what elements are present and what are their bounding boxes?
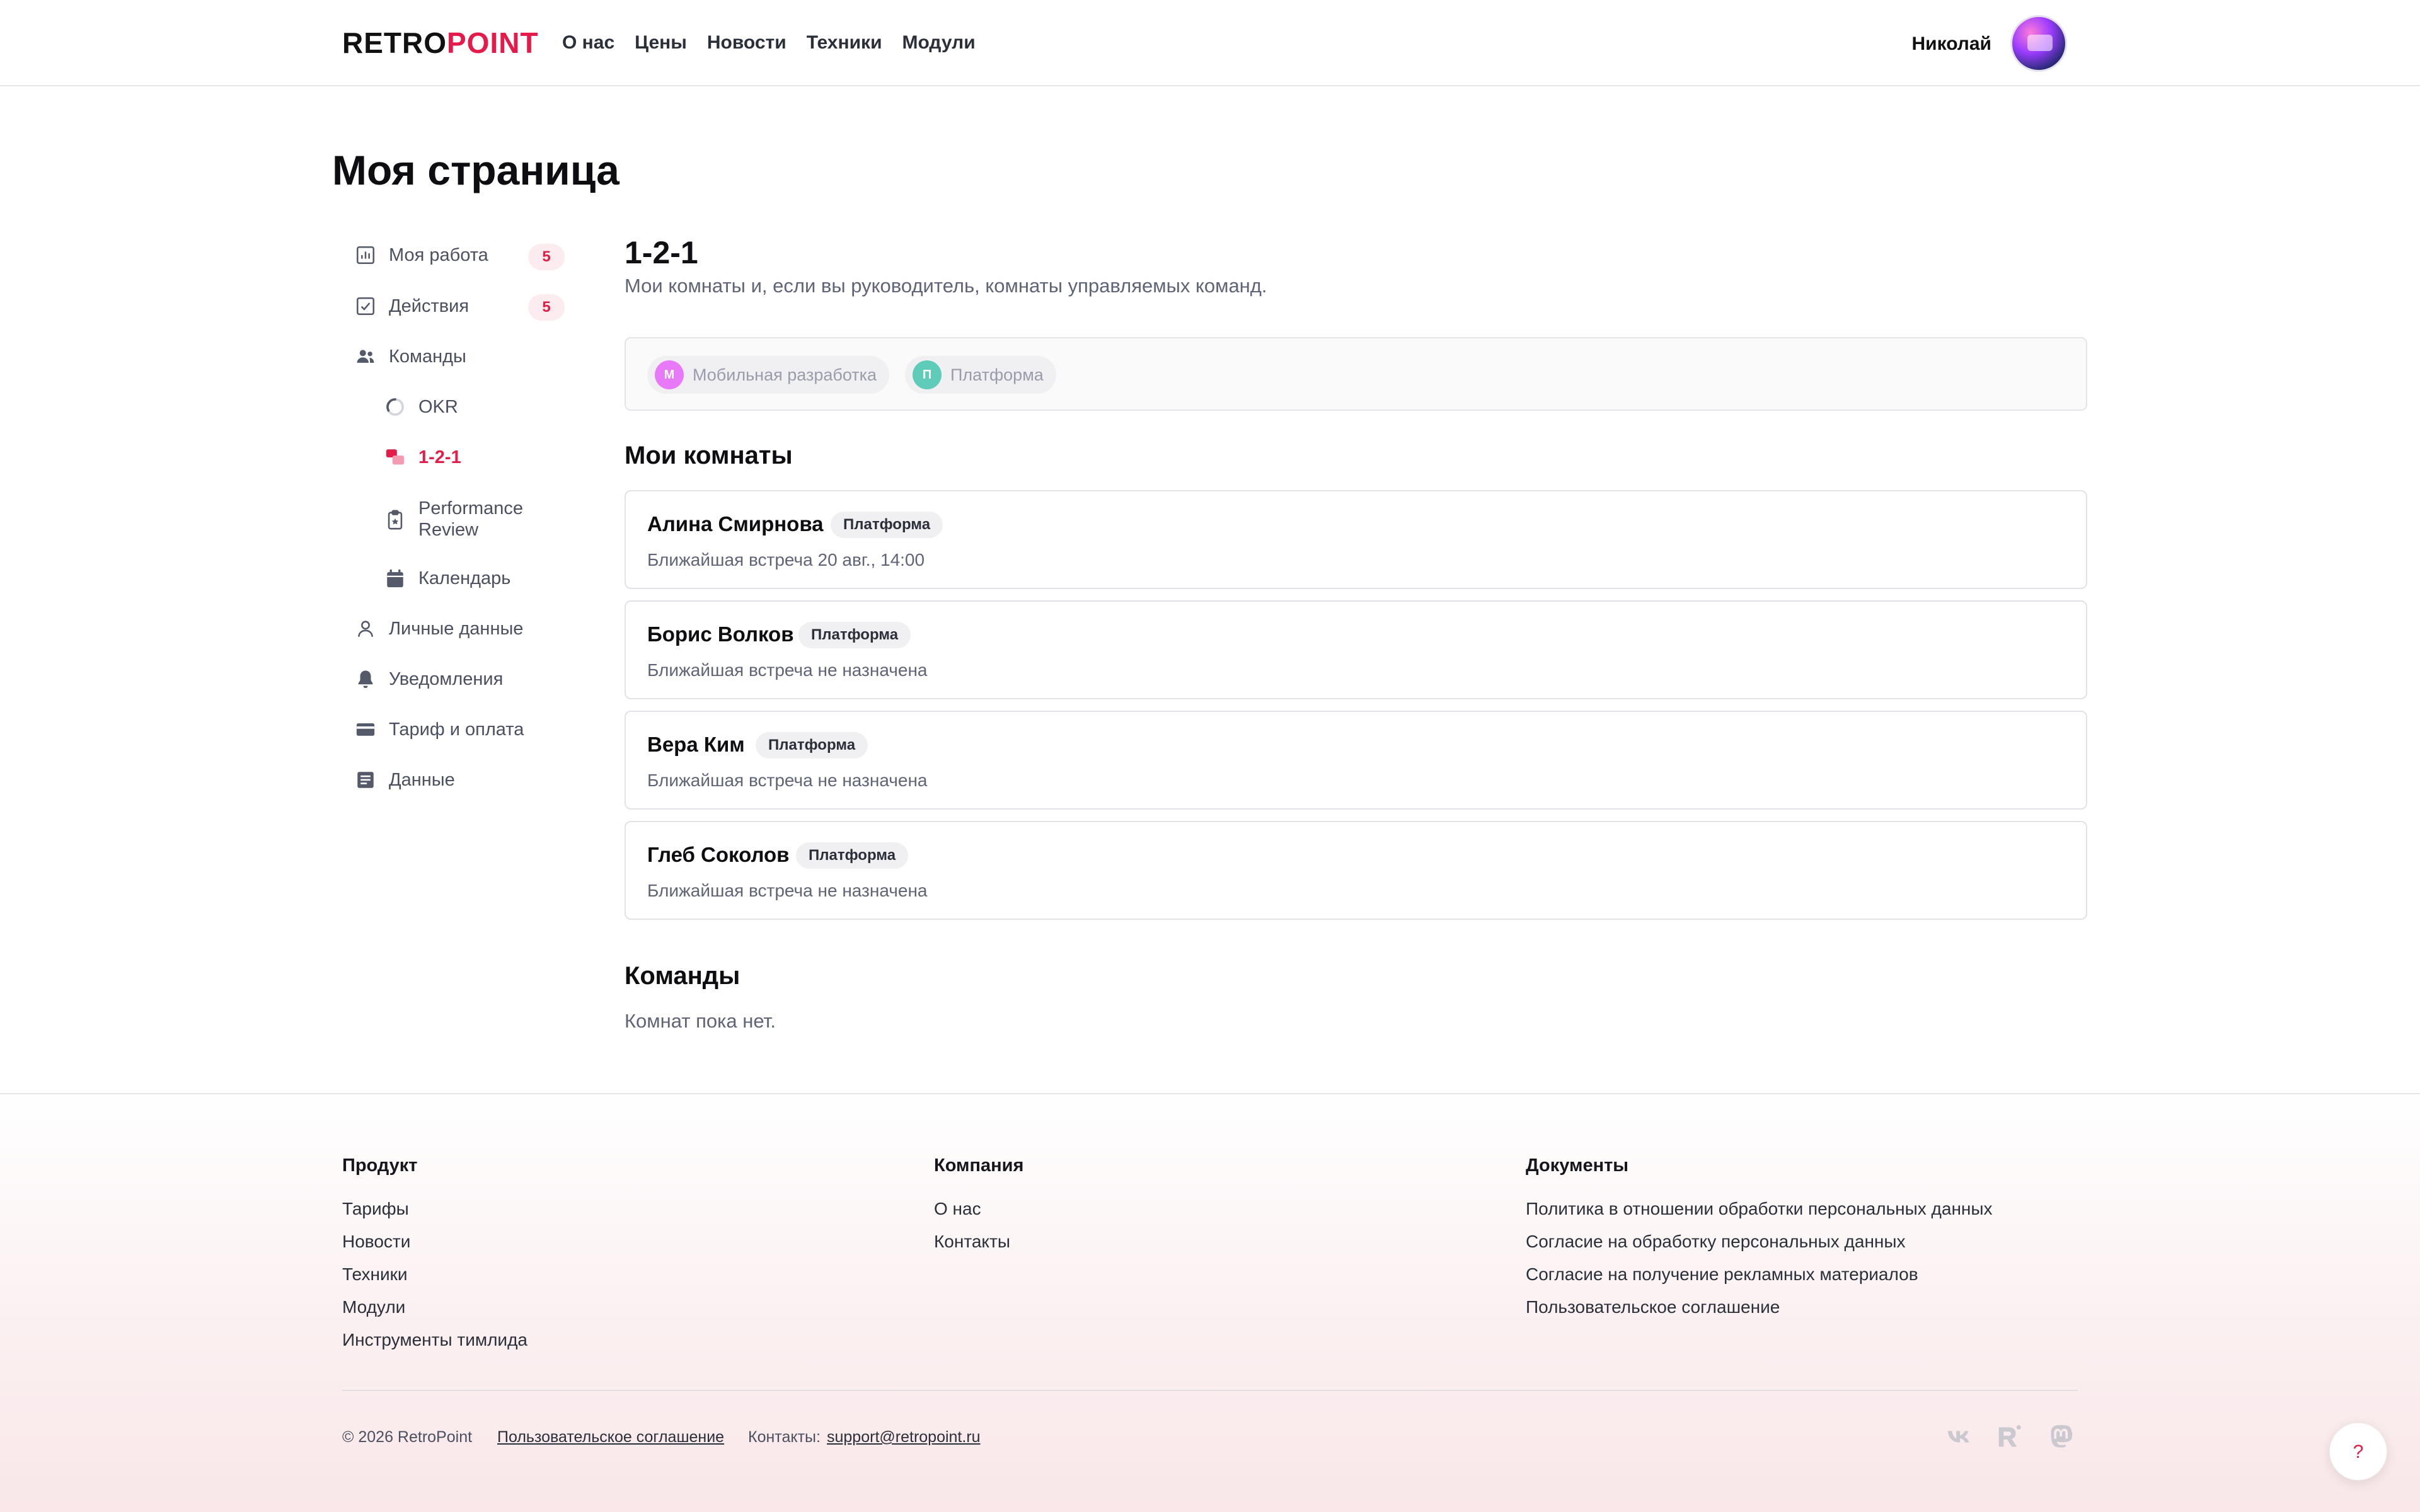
sidebar-item-my-work[interactable]: Моя работа xyxy=(355,244,488,266)
my-rooms-heading: Мои комнаты xyxy=(625,442,793,469)
main-nav: О нас Цены Новости Техники Модули xyxy=(562,30,976,55)
footer-link-news[interactable]: Новости xyxy=(342,1230,410,1254)
sidebar-item-teams[interactable]: Команды xyxy=(355,346,466,367)
vk-icon[interactable] xyxy=(1944,1421,1976,1453)
filter-chip-label: Мобильная разработка xyxy=(693,365,877,384)
logo-part-point: POINT xyxy=(447,26,539,59)
bar-chart-icon xyxy=(355,244,376,266)
my-work-count-badge: 5 xyxy=(528,244,565,270)
sidebar-item-personal-data[interactable]: Личные данные xyxy=(355,618,523,639)
nav-modules[interactable]: Модули xyxy=(902,30,976,55)
footer-link-user-agreement[interactable]: Пользовательское соглашение xyxy=(1526,1295,1780,1319)
help-button[interactable]: ? xyxy=(2329,1423,2387,1480)
room-card[interactable]: Алина Смирнова Платформа Ближайшая встре… xyxy=(625,490,2087,589)
sidebar-item-label: Календарь xyxy=(418,568,511,588)
actions-count-badge: 5 xyxy=(528,294,565,321)
footer-company-title: Компания xyxy=(934,1155,1024,1176)
room-card[interactable]: Вера Ким Платформа Ближайшая встреча не … xyxy=(625,711,2087,810)
r-brand-icon[interactable] xyxy=(1993,1421,2024,1453)
nav-techniques[interactable]: Техники xyxy=(807,30,882,55)
footer-link-privacy-policy[interactable]: Политика в отношении обработки персональ… xyxy=(1526,1197,1993,1221)
room-next-meeting: Ближайшая встреча не назначена xyxy=(647,660,928,680)
bell-icon xyxy=(355,668,376,690)
footer-support-email[interactable]: support@retropoint.ru xyxy=(827,1426,981,1448)
footer-product-title: Продукт xyxy=(342,1155,418,1176)
filter-chip-label: Платформа xyxy=(950,365,1044,384)
room-card[interactable]: Глеб Соколов Платформа Ближайшая встреча… xyxy=(625,821,2087,920)
room-team-tag: Платформа xyxy=(831,512,943,538)
sidebar-item-label: Моя работа xyxy=(389,244,488,265)
footer-link-ads-consent[interactable]: Согласие на получение рекламных материал… xyxy=(1526,1263,1918,1286)
team-filter-bar: М Мобильная разработка П Платформа xyxy=(625,337,2087,411)
sidebar-item-label: Действия xyxy=(389,295,470,316)
room-next-meeting: Ближайшая встреча 20 авг., 14:00 xyxy=(647,550,925,570)
nav-prices[interactable]: Цены xyxy=(635,30,687,55)
room-next-meeting: Ближайшая встреча не назначена xyxy=(647,770,928,790)
sidebar-item-label: Команды xyxy=(389,346,466,367)
sidebar-item-billing[interactable]: Тариф и оплата xyxy=(355,719,524,740)
footer-link-tariffs[interactable]: Тарифы xyxy=(342,1197,409,1221)
sidebar-item-label: Performance Review xyxy=(418,498,524,540)
team-initial-avatar: П xyxy=(913,360,942,389)
calendar-icon xyxy=(384,568,406,589)
sidebar-item-data[interactable]: Данные xyxy=(355,769,455,791)
sidebar-item-calendar[interactable]: Календарь xyxy=(384,568,510,589)
sidebar-item-label: Тариф и оплата xyxy=(389,719,524,740)
filter-chip-mobile-dev[interactable]: М Мобильная разработка xyxy=(647,356,890,394)
footer-divider xyxy=(342,1390,2078,1391)
page-title: Моя страница xyxy=(332,147,619,193)
footer-link-teamlead-tools[interactable]: Инструменты тимлида xyxy=(342,1328,527,1352)
progress-ring-icon xyxy=(384,396,406,418)
nav-about[interactable]: О нас xyxy=(562,30,614,55)
room-team-tag: Платформа xyxy=(798,622,911,648)
teams-empty-message: Комнат пока нет. xyxy=(625,1010,776,1032)
sidebar-item-performance-review[interactable]: Performance Review xyxy=(384,498,538,541)
footer-link-about[interactable]: О нас xyxy=(934,1197,981,1221)
people-icon xyxy=(355,346,376,367)
room-person-name: Вера Ким xyxy=(647,733,745,756)
team-initial-avatar: М xyxy=(655,360,684,389)
sidebar-item-label: Личные данные xyxy=(389,618,524,639)
person-icon xyxy=(355,618,376,639)
logo-part-retro: RETRO xyxy=(342,26,447,59)
sidebar-item-1-2-1[interactable]: 1-2-1 xyxy=(384,447,461,468)
sidebar-item-label: OKR xyxy=(418,396,458,417)
room-person-name: Борис Волков xyxy=(647,622,794,646)
user-name[interactable]: Николай xyxy=(1912,32,1992,57)
clipboard-star-icon xyxy=(384,509,406,530)
chat-bubbles-icon xyxy=(384,447,406,468)
section-description: Мои комнаты и, если вы руководитель, ком… xyxy=(625,275,1267,297)
sidebar-item-label: 1-2-1 xyxy=(418,447,461,467)
sidebar-item-okr[interactable]: OKR xyxy=(384,396,458,418)
room-team-tag: Платформа xyxy=(796,842,909,869)
teams-heading: Команды xyxy=(625,962,740,990)
sidebar-item-label: Данные xyxy=(389,769,455,790)
user-avatar[interactable] xyxy=(2010,15,2067,72)
sidebar-item-label: Уведомления xyxy=(389,668,504,689)
document-icon xyxy=(355,769,376,791)
footer-copyright: © 2026 RetroPoint xyxy=(342,1428,473,1446)
footer-link-data-consent[interactable]: Согласие на обработку персональных данны… xyxy=(1526,1230,1906,1254)
room-person-name: Глеб Соколов xyxy=(647,843,790,866)
room-person-name: Алина Смирнова xyxy=(647,512,824,536)
room-card[interactable]: Борис Волков Платформа Ближайшая встреча… xyxy=(625,600,2087,699)
footer-link-techniques[interactable]: Техники xyxy=(342,1263,407,1286)
footer-bottom-agreement-link[interactable]: Пользовательское соглашение xyxy=(497,1426,724,1448)
checkbox-icon xyxy=(355,295,376,317)
retropoint-logo[interactable]: RETROPOINT xyxy=(342,26,539,59)
room-team-tag: Платформа xyxy=(756,732,868,759)
footer-link-modules[interactable]: Модули xyxy=(342,1295,405,1319)
mastodon-icon[interactable] xyxy=(2046,1421,2077,1453)
filter-chip-platform[interactable]: П Платформа xyxy=(905,356,1056,394)
footer-link-contacts[interactable]: Контакты xyxy=(934,1230,1010,1254)
section-title-1-2-1: 1-2-1 xyxy=(625,235,698,270)
top-header: RETROPOINT О нас Цены Новости Техники Мо… xyxy=(0,0,2420,86)
credit-card-icon xyxy=(355,719,376,740)
footer-contacts-label: Контакты: xyxy=(748,1428,821,1446)
nav-news[interactable]: Новости xyxy=(707,30,786,55)
footer-documents-title: Документы xyxy=(1526,1155,1629,1176)
sidebar-item-actions[interactable]: Действия xyxy=(355,295,469,317)
room-next-meeting: Ближайшая встреча не назначена xyxy=(647,881,928,900)
sidebar-item-notifications[interactable]: Уведомления xyxy=(355,668,503,690)
